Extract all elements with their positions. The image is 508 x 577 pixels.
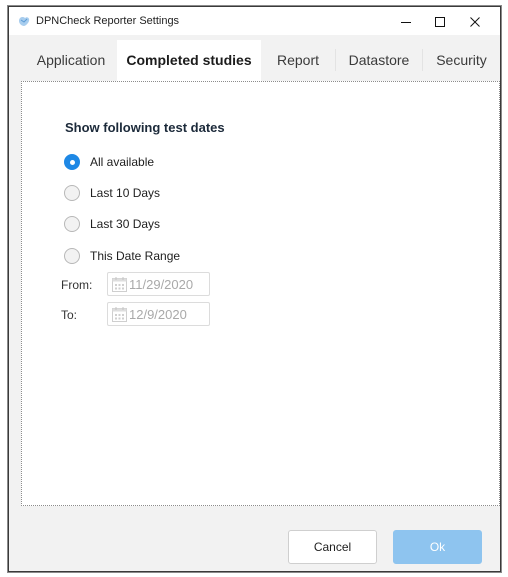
radio-button[interactable] <box>64 216 80 232</box>
cancel-button[interactable]: Cancel <box>288 530 377 564</box>
to-date-value: 12/9/2020 <box>129 307 187 322</box>
tab-report[interactable]: Report <box>261 40 335 80</box>
calendar-icon[interactable] <box>111 276 128 293</box>
app-icon <box>17 14 31 28</box>
tab-bar: Application Completed studies Report Dat… <box>9 40 500 82</box>
tab-datastore[interactable]: Datastore <box>336 40 422 80</box>
to-date-picker[interactable]: 12/9/2020 <box>107 302 210 326</box>
close-icon <box>470 17 480 27</box>
tab-application[interactable]: Application <box>17 40 125 80</box>
option-label: Last 30 Days <box>90 217 161 231</box>
to-label: To: <box>61 308 78 322</box>
minimize-button[interactable] <box>387 7 425 35</box>
tab-completed-studies[interactable]: Completed studies <box>117 40 261 82</box>
close-button[interactable] <box>456 7 494 35</box>
radio-button[interactable] <box>64 185 80 201</box>
title-bar: DPNCheck Reporter Settings <box>9 7 500 35</box>
section-title: Show following test dates <box>65 120 225 135</box>
completed-studies-panel: Show following test dates All available … <box>21 81 500 506</box>
option-label: All available <box>90 155 155 169</box>
maximize-icon <box>435 17 445 27</box>
option-label: This Date Range <box>90 249 181 263</box>
option-label: Last 10 Days <box>90 186 161 200</box>
maximize-button[interactable] <box>421 7 459 35</box>
tab-security[interactable]: Security <box>423 40 500 80</box>
from-date-picker[interactable]: 11/29/2020 <box>107 272 210 296</box>
settings-window: DPNCheck Reporter Settings Application C… <box>8 6 501 572</box>
radio-button-checked[interactable] <box>64 154 80 170</box>
calendar-icon[interactable] <box>111 306 128 323</box>
minimize-icon <box>401 22 411 23</box>
window-title: DPNCheck Reporter Settings <box>36 15 180 27</box>
radio-button[interactable] <box>64 248 80 264</box>
from-date-value: 11/29/2020 <box>129 277 194 292</box>
from-label: From: <box>61 278 93 292</box>
ok-button[interactable]: Ok <box>393 530 482 564</box>
